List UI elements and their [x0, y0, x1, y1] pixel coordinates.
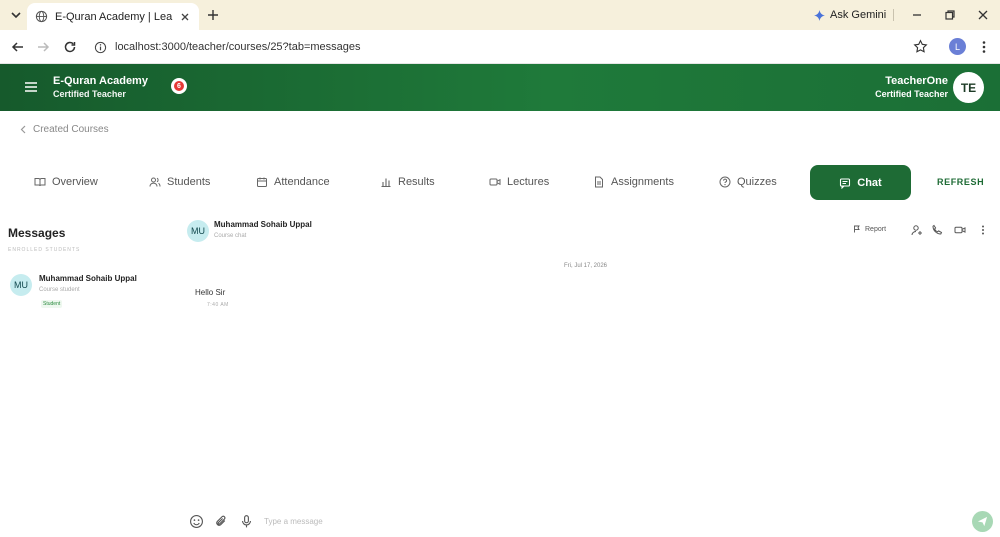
notification-badge: 6	[174, 81, 184, 91]
back-label: Created Courses	[33, 124, 109, 135]
hamburger-menu-icon[interactable]	[24, 80, 38, 94]
chat-subtitle: Course chat	[214, 233, 247, 239]
chat-avatar: MU	[187, 220, 209, 242]
tab-students[interactable]: Students	[149, 170, 210, 194]
messages-title: Messages	[8, 226, 66, 240]
emoji-icon[interactable]	[189, 514, 204, 529]
globe-icon	[35, 10, 48, 23]
minimize-icon[interactable]	[909, 7, 925, 23]
tab-label: Assignments	[611, 176, 674, 188]
tab-label: Students	[167, 176, 211, 188]
send-button[interactable]	[972, 511, 993, 532]
browser-menu-icon[interactable]	[977, 39, 991, 55]
tab-label: Overview	[52, 176, 98, 188]
message-bubble: Hello Sir	[195, 288, 226, 297]
report-button[interactable]: Report	[853, 225, 886, 233]
student-badge: Student	[41, 300, 63, 308]
tab-label: Attendance	[274, 176, 330, 188]
users-icon	[149, 176, 161, 188]
new-tab-icon[interactable]	[206, 8, 220, 22]
browser-tab-bar: E-Quran Academy | Learn Qur... Ask Gemin…	[0, 0, 1000, 30]
brand-name: E-Quran Academy	[53, 75, 148, 87]
url-field[interactable]: localhost:3000/teacher/courses/25?tab=me…	[94, 39, 361, 55]
tab-results[interactable]: Results	[380, 170, 435, 194]
tab-label: Chat	[857, 176, 882, 189]
tab-label: Lectures	[507, 176, 550, 188]
refresh-button[interactable]: REFRESH	[937, 177, 984, 187]
app-header: E-Quran Academy Certified Teacher 6 Teac…	[0, 64, 1000, 111]
reload-icon[interactable]	[62, 39, 78, 55]
contact-name: Muhammad Sohaib Uppal	[39, 274, 137, 283]
tabbar-divider	[893, 9, 894, 21]
book-icon	[34, 176, 46, 188]
user-name: TeacherOne	[885, 75, 948, 87]
calendar-icon	[256, 176, 268, 188]
flag-icon	[853, 225, 861, 233]
contact-role: Course student	[39, 287, 80, 293]
file-icon	[593, 176, 605, 188]
chat-contact-name: Muhammad Sohaib Uppal	[214, 220, 312, 229]
more-options-icon[interactable]	[977, 224, 989, 236]
phone-icon[interactable]	[931, 224, 943, 236]
gemini-sparkle-icon	[814, 9, 825, 21]
url-text: localhost:3000/teacher/courses/25?tab=me…	[115, 41, 361, 53]
address-bar: localhost:3000/teacher/courses/25?tab=me…	[0, 30, 1000, 64]
tab-lectures[interactable]: Lectures	[489, 170, 549, 194]
tab-label: Results	[398, 176, 435, 188]
user-avatar[interactable]: TE	[953, 72, 984, 103]
browser-tab[interactable]: E-Quran Academy | Learn Qur...	[27, 3, 199, 30]
video-call-icon[interactable]	[954, 224, 966, 236]
contact-list-item[interactable]: MU Muhammad Sohaib Uppal Course student …	[10, 272, 170, 312]
video-icon	[489, 176, 501, 188]
chat-icon	[839, 177, 851, 189]
tab-assignments[interactable]: Assignments	[593, 170, 674, 194]
message-time: 7:40 AM	[207, 302, 229, 308]
close-window-icon[interactable]	[975, 7, 991, 23]
tab-search-chevron-icon[interactable]	[8, 7, 24, 23]
restore-icon[interactable]	[942, 7, 958, 23]
browser-profile-avatar[interactable]: L	[949, 38, 966, 55]
report-label: Report	[865, 225, 887, 233]
tab-attendance[interactable]: Attendance	[256, 170, 330, 194]
brand: E-Quran Academy Certified Teacher	[53, 75, 148, 101]
contact-avatar: MU	[10, 274, 32, 296]
enrolled-students-label: ENROLLED STUDENTS	[8, 247, 81, 253]
tab-label: Quizzes	[737, 176, 777, 188]
help-circle-icon	[719, 176, 731, 188]
send-icon	[977, 516, 988, 527]
microphone-icon[interactable]	[239, 514, 254, 529]
chevron-left-icon	[20, 125, 26, 134]
brand-subtitle: Certified Teacher	[53, 89, 126, 99]
close-tab-icon[interactable]	[179, 11, 191, 23]
bar-chart-icon	[380, 176, 392, 188]
tab-chat[interactable]: Chat	[810, 165, 911, 200]
user-info: TeacherOne Certified Teacher	[875, 75, 948, 101]
tab-quizzes[interactable]: Quizzes	[719, 170, 777, 194]
ask-gemini-label: Ask Gemini	[830, 9, 887, 21]
bookmark-star-icon[interactable]	[913, 39, 928, 54]
forward-arrow-icon[interactable]	[35, 39, 51, 55]
notification-button[interactable]: 6	[171, 78, 187, 94]
add-contact-icon[interactable]	[911, 224, 923, 236]
tab-overview[interactable]: Overview	[34, 170, 98, 194]
back-to-courses-link[interactable]: Created Courses	[20, 124, 109, 135]
site-info-icon[interactable]	[94, 41, 107, 54]
ask-gemini-button[interactable]: Ask Gemini	[806, 5, 894, 25]
tab-title: E-Quran Academy | Learn Qur...	[55, 10, 173, 23]
user-role: Certified Teacher	[875, 89, 948, 99]
message-input[interactable]	[264, 513, 944, 529]
date-separator: Fri, Jul 17, 2026	[564, 263, 608, 269]
back-arrow-icon[interactable]	[10, 39, 26, 55]
attachment-icon[interactable]	[214, 514, 229, 529]
